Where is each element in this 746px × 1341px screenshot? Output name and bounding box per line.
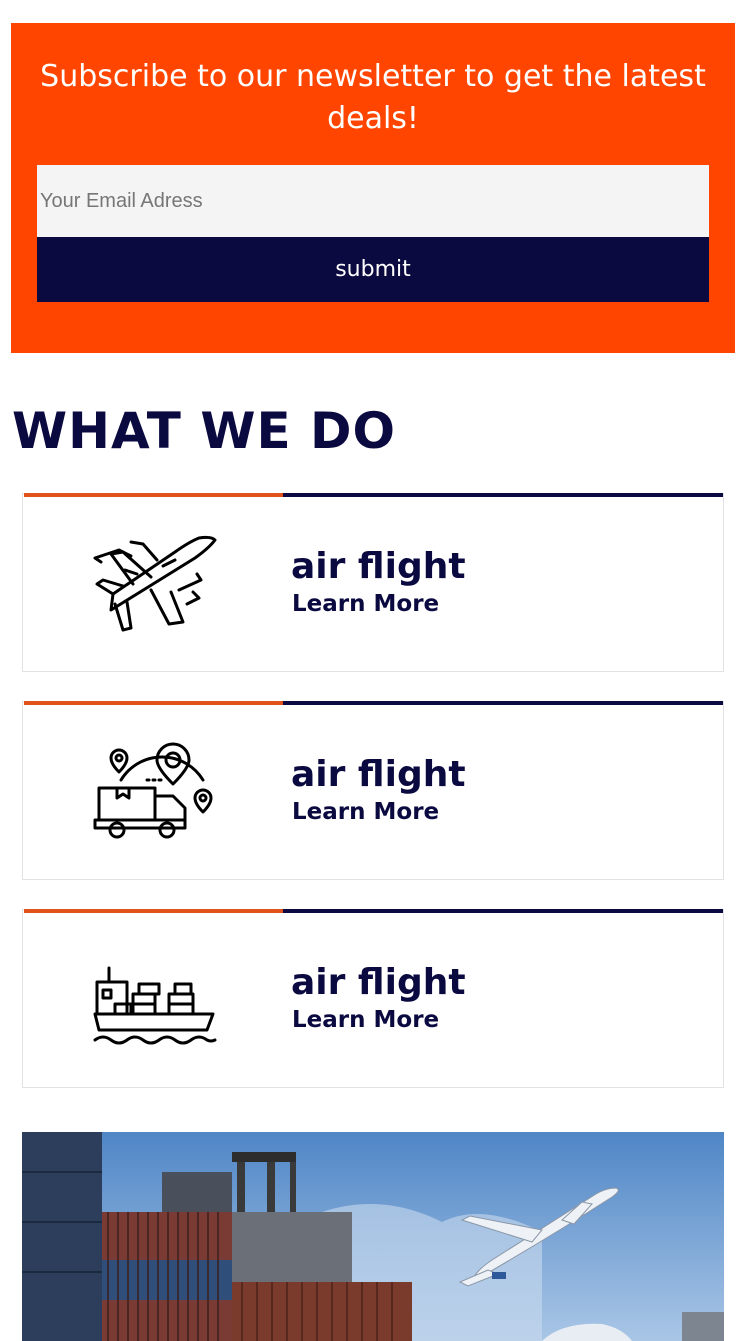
card-title: air flight	[291, 546, 466, 587]
service-card-delivery: air flight Learn More	[22, 701, 724, 880]
card-title: air flight	[291, 962, 466, 1003]
newsletter-section: Subscribe to our newsletter to get the l…	[11, 23, 735, 353]
newsletter-title: Subscribe to our newsletter to get the l…	[40, 59, 706, 136]
learn-more-link[interactable]: Learn More	[292, 799, 439, 825]
email-input[interactable]	[37, 165, 709, 237]
submit-button[interactable]: submit	[37, 237, 709, 302]
card-accent-bar	[24, 493, 283, 497]
shipping-photo-illustration	[22, 1132, 724, 1341]
card-dark-bar	[283, 493, 723, 497]
delivery-truck-location-icon	[93, 742, 213, 839]
learn-more-link[interactable]: Learn More	[292, 1007, 439, 1033]
card-dark-bar	[283, 701, 723, 705]
card-accent-bar	[24, 909, 283, 913]
cargo-ship-icon	[93, 966, 217, 1045]
service-card-air-flight: air flight Learn More	[22, 493, 724, 672]
section-title: WHAT WE DO	[12, 402, 397, 460]
card-accent-bar	[24, 701, 283, 705]
learn-more-link[interactable]: Learn More	[292, 591, 439, 617]
card-title: air flight	[291, 754, 466, 795]
service-card-ship: air flight Learn More	[22, 909, 724, 1088]
hero-photo	[22, 1132, 724, 1341]
airplane-icon	[93, 535, 217, 632]
card-dark-bar	[283, 909, 723, 913]
